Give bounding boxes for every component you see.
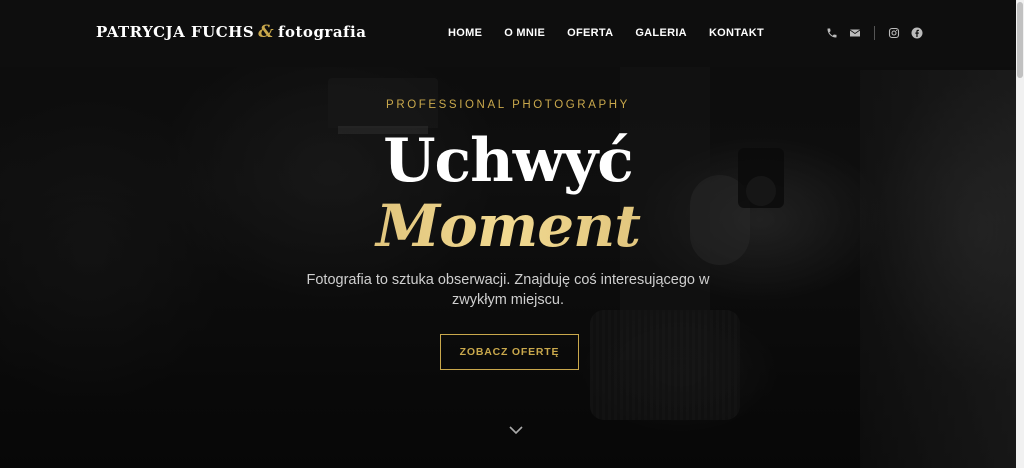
instagram-icon[interactable]: [888, 27, 900, 39]
facebook-icon[interactable]: [911, 27, 923, 39]
logo-ampersand: &: [258, 22, 275, 42]
chevron-down-icon[interactable]: [509, 422, 523, 440]
main-nav: HOME O MNIE OFERTA GALERIA KONTAKT: [448, 27, 764, 39]
phone-icon[interactable]: [826, 27, 838, 39]
hero-description: Fotografia to sztuka obserwacji. Znajduj…: [0, 270, 1016, 310]
page-scrollbar[interactable]: [1016, 0, 1024, 468]
hero-title-line2: Moment: [0, 192, 1016, 260]
header-icon-divider: [874, 26, 875, 40]
logo-subtitle: fotografia: [278, 23, 367, 41]
mail-icon[interactable]: [849, 27, 861, 39]
hero-title-line1: Uchwyć: [383, 126, 634, 196]
site-header: PATRYCJA FUCHS & fotografia HOME O MNIE OF…: [0, 0, 1016, 67]
hero-eyebrow: PROFESSIONAL PHOTOGRAPHY: [386, 99, 630, 111]
logo-name: PATRYCJA FUCHS: [96, 23, 255, 41]
scrollbar-thumb[interactable]: [1017, 2, 1023, 78]
hero-description-line1: Fotografia to sztuka obserwacji. Znajduj…: [306, 272, 710, 288]
nav-item-o-mnie[interactable]: O MNIE: [504, 27, 545, 39]
see-offer-button[interactable]: ZOBACZ OFERTĘ: [440, 334, 579, 370]
nav-item-oferta[interactable]: OFERTA: [567, 27, 613, 39]
nav-item-kontakt[interactable]: KONTAKT: [709, 27, 764, 39]
nav-item-galeria[interactable]: GALERIA: [635, 27, 687, 39]
header-contact-icons: [826, 26, 923, 40]
site-logo[interactable]: PATRYCJA FUCHS & fotografia: [96, 22, 366, 42]
hero-description-line2: zwykłym miejscu.: [452, 292, 564, 308]
nav-item-home[interactable]: HOME: [448, 27, 482, 39]
